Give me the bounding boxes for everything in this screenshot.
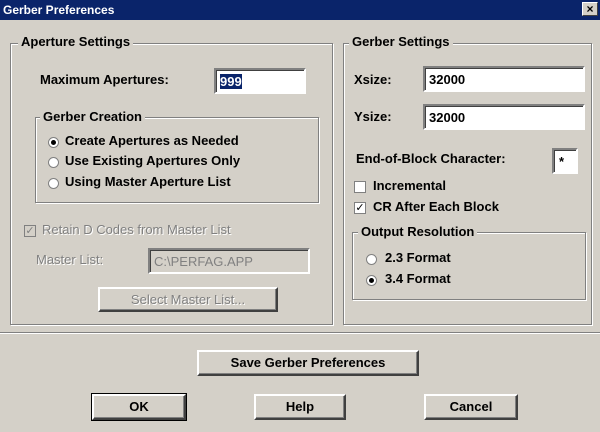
ysize-input[interactable]: 32000 <box>423 104 585 130</box>
xsize-label: Xsize: <box>354 72 392 87</box>
retain-dcodes-checkbox[interactable]: ✓ <box>24 225 36 237</box>
format-3-4-label[interactable]: 3.4 Format <box>385 271 451 286</box>
master-list-value: C:\PERFAG.APP <box>154 254 253 269</box>
master-list-option-label[interactable]: Using Master Aperture List <box>65 174 231 189</box>
xsize-value: 32000 <box>429 72 466 87</box>
help-button[interactable]: Help <box>254 394 346 420</box>
close-icon[interactable]: × <box>582 2 598 16</box>
maximum-apertures-label: Maximum Apertures: <box>40 72 169 87</box>
ysize-value: 32000 <box>429 110 466 125</box>
save-preferences-button[interactable]: Save Gerber Preferences <box>197 350 419 376</box>
end-of-block-label: End-of-Block Character: <box>356 151 506 166</box>
maximum-apertures-input[interactable]: 999 <box>214 68 306 94</box>
select-master-list-button[interactable]: Select Master List... <box>98 287 278 312</box>
separator <box>0 332 600 334</box>
window-title: Gerber Preferences <box>3 3 115 17</box>
format-3-4-radio[interactable] <box>366 275 377 286</box>
cancel-button[interactable]: Cancel <box>424 394 518 420</box>
cr-after-block-checkbox[interactable]: ✓ <box>354 202 366 214</box>
format-2-3-label[interactable]: 2.3 Format <box>385 250 451 265</box>
master-list-radio[interactable] <box>48 178 59 189</box>
output-resolution-group <box>352 232 586 300</box>
format-2-3-radio[interactable] <box>366 254 377 265</box>
retain-dcodes-label: Retain D Codes from Master List <box>42 222 231 237</box>
aperture-settings-label: Aperture Settings <box>18 34 134 49</box>
end-of-block-value: * <box>559 154 565 169</box>
use-existing-radio[interactable] <box>48 157 59 168</box>
ysize-label: Ysize: <box>354 109 392 124</box>
master-list-label: Master List: <box>36 252 104 267</box>
xsize-input[interactable]: 32000 <box>423 66 585 92</box>
use-existing-label[interactable]: Use Existing Apertures Only <box>65 153 240 168</box>
end-of-block-input[interactable]: * <box>552 148 578 174</box>
master-list-input[interactable]: C:\PERFAG.APP <box>148 248 310 274</box>
create-apertures-radio[interactable] <box>48 137 59 148</box>
incremental-label[interactable]: Incremental <box>373 178 446 193</box>
title-bar: Gerber Preferences × <box>0 0 600 20</box>
gerber-settings-label: Gerber Settings <box>349 34 453 49</box>
cr-after-block-label[interactable]: CR After Each Block <box>373 199 499 214</box>
create-apertures-label[interactable]: Create Apertures as Needed <box>65 133 239 148</box>
gerber-creation-label: Gerber Creation <box>40 109 145 124</box>
ok-button[interactable]: OK <box>91 393 187 421</box>
output-resolution-label: Output Resolution <box>358 224 478 239</box>
maximum-apertures-value: 999 <box>220 74 242 89</box>
incremental-checkbox[interactable] <box>354 181 366 193</box>
